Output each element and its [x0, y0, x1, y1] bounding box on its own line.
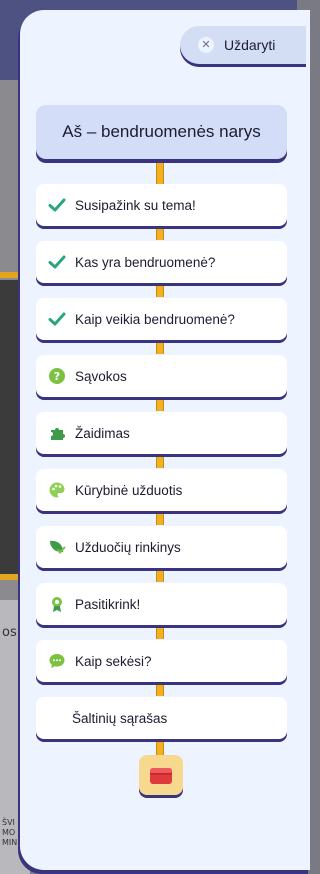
nav-item-susipazink[interactable]: Susipažink su tema! [36, 184, 287, 226]
nav-item-label: Kaip veikia bendruomenė? [75, 311, 235, 327]
nav-item-label: Kas yra bendruomenė? [75, 254, 216, 270]
nav-item-label: Kūrybinė užduotis [75, 482, 183, 498]
path-connector [156, 510, 164, 525]
treasure-chest-icon [150, 768, 172, 784]
path-connector [156, 225, 164, 240]
background-text-fragment: ŠVI [2, 818, 15, 827]
path-connector [156, 681, 164, 696]
nav-item-pasitikrink[interactable]: Pasitikrink! [36, 583, 287, 625]
puzzle-icon [48, 424, 66, 442]
path-connector [156, 453, 164, 468]
close-button-label: Uždaryti [224, 37, 276, 53]
nav-item-kaip-sekesi[interactable]: Kaip sekėsi? [36, 640, 287, 682]
lesson-title-text: Aš – bendruomenės narys [62, 122, 261, 141]
nav-item-label: Pasitikrink! [75, 596, 141, 612]
close-button[interactable]: ✕ Uždaryti [180, 26, 306, 64]
nav-item-uzduociu-rinkinys[interactable]: Užduočių rinkinys [36, 526, 287, 568]
close-icon: ✕ [198, 37, 214, 53]
path-connector [156, 738, 164, 756]
nav-item-saltiniu-sarasas[interactable]: Šaltinių sąrašas [36, 697, 287, 739]
nav-item-label: Susipažink su tema! [75, 197, 196, 213]
background-text-fragment: os [2, 625, 17, 640]
path-connector [156, 339, 164, 354]
nav-item-zaidimas[interactable]: Žaidimas [36, 412, 287, 454]
question-icon: ? [48, 367, 66, 385]
nav-item-savokos[interactable]: ? Sąvokos [36, 355, 287, 397]
lesson-title: Aš – bendruomenės narys [36, 105, 287, 159]
chat-bubble-icon [48, 652, 66, 670]
nav-item-label: Šaltinių sąrašas [72, 710, 168, 726]
svg-text:?: ? [54, 370, 60, 383]
path-connector [156, 396, 164, 411]
check-icon [48, 196, 66, 214]
nav-item-kaip-veikia-bendruomene[interactable]: Kaip veikia bendruomenė? [36, 298, 287, 340]
nav-item-label: Užduočių rinkinys [75, 539, 181, 555]
background-text-fragment: MO [2, 828, 16, 837]
nav-item-label: Žaidimas [75, 425, 130, 441]
treasure-chest-button[interactable] [139, 755, 183, 795]
path-connector [156, 567, 164, 582]
nav-item-label: Sąvokos [75, 368, 127, 384]
check-icon [48, 310, 66, 328]
path-connector [156, 624, 164, 639]
path-connector [156, 282, 164, 297]
nav-item-kurybine-uzduotis[interactable]: Kūrybinė užduotis [36, 469, 287, 511]
path-connector [156, 160, 164, 185]
check-icon [48, 253, 66, 271]
leaf-check-icon [48, 538, 66, 556]
background-text-fragment: MIN [2, 838, 18, 847]
medal-icon [48, 595, 66, 613]
nav-item-label: Kaip sekėsi? [75, 653, 152, 669]
nav-item-kas-yra-bendruomene[interactable]: Kas yra bendruomenė? [36, 241, 287, 283]
palette-icon [48, 481, 66, 499]
